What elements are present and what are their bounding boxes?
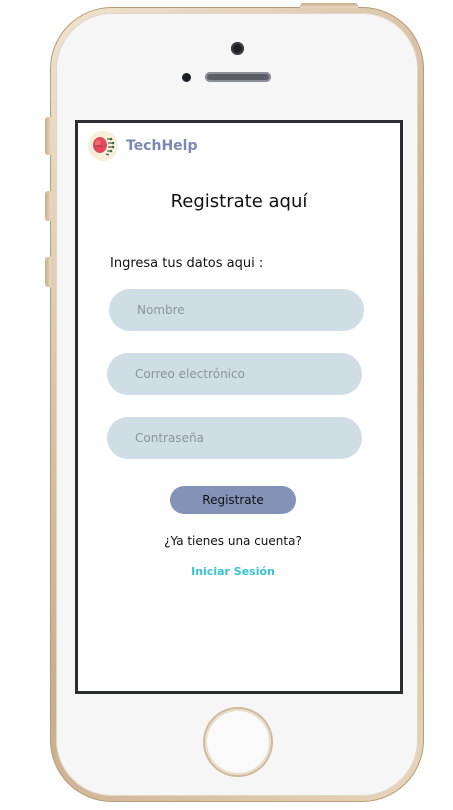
page-title: Registrate aquí [170,191,308,212]
email-field[interactable] [107,353,362,395]
power-button [300,3,358,8]
register-button[interactable]: Registrate [170,486,296,514]
password-field[interactable] [107,417,362,459]
brand-name: TechHelp [126,138,198,154]
app-screen: TechHelp Registrate aquí Ingresa tus dat… [75,120,403,694]
brain-logo-icon [88,131,118,161]
earpiece-speaker [205,72,271,82]
login-link[interactable]: Iniciar Sesión [78,565,388,578]
form-instructions: Ingresa tus datos aqui : [110,256,264,271]
volume-up-button [45,191,51,221]
mute-switch [45,117,51,155]
app-header: TechHelp [88,131,197,161]
name-field[interactable] [109,289,364,331]
have-account-text: ¿Ya tienes una cuenta? [164,534,302,548]
proximity-sensor [182,73,191,82]
volume-down-button [45,257,51,287]
home-button[interactable] [205,709,271,775]
front-camera [231,42,244,55]
